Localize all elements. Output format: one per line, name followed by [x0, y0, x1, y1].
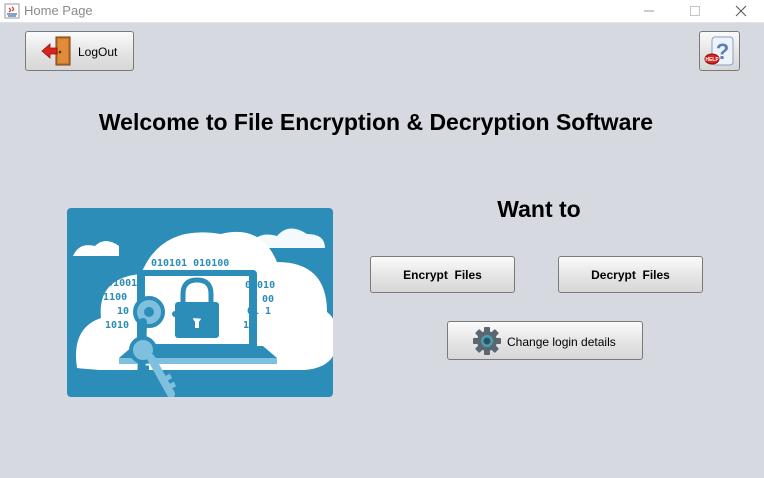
binary-text-0: 010101 010100 — [151, 258, 229, 269]
logout-button[interactable]: LogOut — [25, 31, 134, 71]
maximize-button[interactable] — [672, 0, 718, 22]
minimize-icon — [644, 10, 654, 12]
binary-text-4: 1010 — [105, 320, 129, 331]
binary-text-7: 01 1 — [247, 306, 271, 317]
binary-text-8: 1 — [243, 320, 249, 331]
door-exit-icon — [41, 36, 71, 66]
binary-text-6: 00 — [262, 294, 274, 305]
help-button[interactable]: ? HELP — [699, 31, 740, 71]
page-heading: Welcome to File Encryption & Decryption … — [98, 109, 654, 135]
decrypt-files-label: Decrypt Files — [591, 268, 670, 282]
title-bar: Home Page — [0, 0, 764, 23]
window-title: Home Page — [24, 3, 93, 18]
svg-text:HELP: HELP — [705, 57, 719, 63]
decrypt-files-button[interactable]: Decrypt Files — [558, 256, 703, 293]
minimize-button[interactable] — [626, 0, 672, 22]
close-icon — [735, 5, 747, 17]
binary-text-2: 0101100 — [85, 292, 127, 303]
gear-icon — [473, 327, 501, 355]
help-question-icon: ? HELP — [704, 36, 734, 66]
logout-label: LogOut — [78, 45, 118, 59]
encrypt-files-button[interactable]: Encrypt Files — [370, 256, 515, 293]
prompt-text: Want to — [497, 196, 581, 222]
binary-text-5: 01010 — [245, 280, 275, 291]
encryption-illustration: 010101 010100 01010010 0101100 10 0 1010… — [67, 208, 333, 397]
encrypt-files-label: Encrypt Files — [403, 268, 482, 282]
binary-text-1: 01010010 — [95, 278, 143, 289]
close-button[interactable] — [718, 0, 764, 22]
java-app-icon — [4, 3, 20, 19]
change-login-button[interactable]: Change login details — [447, 321, 643, 360]
main-panel: LogOut ? HELP Welcome to File Encryption… — [0, 23, 764, 478]
change-login-label: Change login details — [507, 335, 616, 349]
maximize-icon — [690, 6, 700, 16]
